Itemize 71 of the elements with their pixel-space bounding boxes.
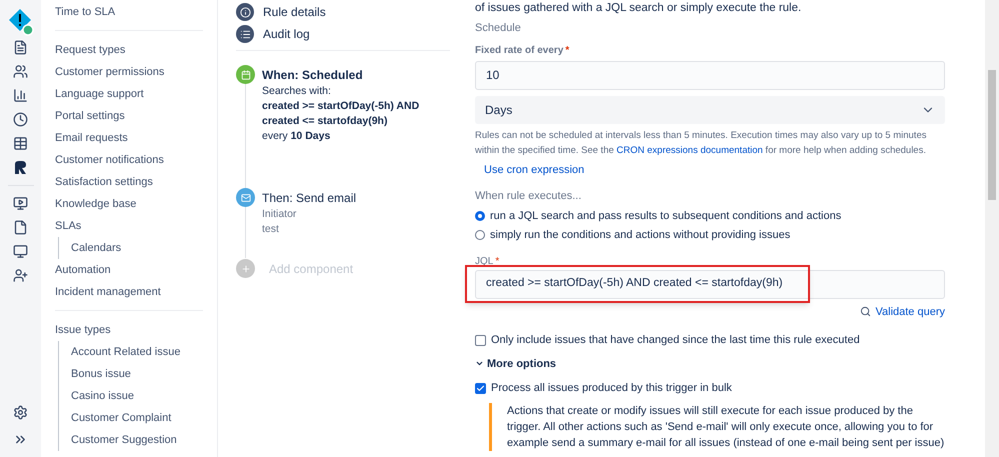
checkbox-label: Process all issues produced by this trigger in bulk [491, 381, 732, 396]
bar-chart-icon[interactable] [13, 88, 28, 103]
r-logo-icon[interactable] [13, 160, 28, 175]
step-title: When: Scheduled [262, 67, 364, 84]
radio-button[interactable] [475, 230, 485, 240]
help-text: Rules can not be scheduled at intervals less than 5 minutes. Execution times may also vary up to 5 minutes within the specified time. See the CRON expressions documentation for more help when adding schedules. [475, 128, 928, 158]
sidebar-item[interactable]: Satisfaction settings [55, 171, 203, 193]
sidebar-item[interactable]: Knowledge base [55, 193, 203, 215]
settings-icon[interactable] [13, 405, 28, 420]
table-icon[interactable] [13, 136, 28, 151]
page-icon[interactable] [13, 220, 28, 235]
sidebar-item[interactable]: Issue types [55, 319, 203, 341]
radio-label: simply run the conditions and actions without providing issues [490, 228, 790, 243]
sidebar-item[interactable]: SLAs [55, 215, 203, 237]
required-asterisk: * [495, 256, 500, 266]
sidebar-item[interactable]: Incident management [55, 281, 203, 303]
cron-link[interactable]: Use cron expression [484, 162, 945, 178]
docs-link[interactable]: CRON expressions documentation [616, 144, 763, 156]
rule-nav-link[interactable]: Rule details [263, 3, 326, 21]
sidebar-item[interactable]: Portal settings [55, 105, 203, 127]
sidebar-item[interactable]: Customer permissions [55, 61, 203, 83]
step-detail: Initiator [262, 207, 298, 222]
note-text: Actions that create or modify issues will still execute for each issue produced by the trigger. All other actions such as 'Send e-mail' will only execute once, allowing you to for example send a summary e-mail for all issues (instead of one e-mail being sent per issue) [507, 404, 945, 450]
rule-nav-link[interactable]: Audit log [263, 25, 310, 43]
radio-button[interactable] [475, 210, 485, 221]
checkbox[interactable] [475, 334, 486, 346]
plus-icon [236, 259, 255, 278]
radio-label: run a JQL search and pass results to subsequent conditions and actions [490, 208, 842, 224]
sidebar-item[interactable]: Automation [55, 259, 203, 281]
step-detail: test [262, 222, 280, 237]
field-label: When rule executes... [475, 189, 582, 204]
document-icon[interactable] [13, 40, 28, 55]
sidebar-item[interactable]: Request types [55, 39, 203, 61]
people-icon[interactable] [13, 64, 28, 79]
validate-query-link[interactable]: Validate query [875, 304, 945, 320]
sidebar-subitem[interactable]: Customer Complaint [71, 407, 203, 429]
sidebar-item[interactable]: Customer notifications [55, 149, 203, 171]
scrollbar[interactable] [985, 0, 999, 457]
search-icon [860, 306, 872, 318]
step-detail: created >= startOfDay(-5h) AND [262, 99, 420, 114]
checkbox-label: Only include issues that have changed since the last time this rule executed [491, 333, 860, 348]
sidebar-subitem[interactable]: Casino issue [71, 385, 203, 407]
screen-plus-icon[interactable] [13, 196, 28, 211]
step-title: Then: Send email [262, 190, 356, 207]
field-label: Fixed rate of every * [475, 44, 570, 58]
list-icon [236, 25, 254, 43]
more-options-toggle[interactable]: More options [475, 356, 556, 372]
add-user-icon[interactable] [13, 268, 28, 283]
sidebar-item[interactable]: Language support [55, 83, 203, 105]
calendar-icon [236, 65, 255, 84]
checkbox[interactable] [475, 382, 486, 394]
sidebar-subitem[interactable]: Customer Suggestion [71, 429, 203, 451]
required-asterisk: * [565, 44, 570, 56]
sidebar-item[interactable]: Time to SLA [55, 1, 203, 23]
jql-input[interactable]: created >= startOfDay(-5h) AND created <= startofday(9h) [475, 270, 945, 298]
unit-select[interactable]: Days [475, 96, 945, 124]
sidebar-subitem[interactable]: Bonus issue [71, 363, 203, 385]
step-detail: Searches with: [262, 84, 332, 99]
sidebar-subitem[interactable]: Calendars [71, 237, 203, 259]
step-detail: every 10 Days [262, 129, 332, 144]
rate-input[interactable]: 10 [475, 60, 945, 90]
monitor-icon[interactable] [13, 244, 28, 259]
section-heading: Schedule [475, 21, 522, 36]
intro-text: of issues gathered with a JQL search or simply execute the rule. [475, 1, 802, 15]
info-icon [236, 3, 254, 21]
step-detail: created <= startofday(9h) [262, 114, 388, 129]
clock-icon[interactable] [13, 112, 28, 127]
sidebar-subitem[interactable]: Account Related issue [71, 341, 203, 363]
warning-diamond-logo-icon[interactable] [8, 8, 34, 36]
sidebar-item[interactable]: Email requests [55, 127, 203, 149]
envelope-icon [236, 188, 255, 207]
